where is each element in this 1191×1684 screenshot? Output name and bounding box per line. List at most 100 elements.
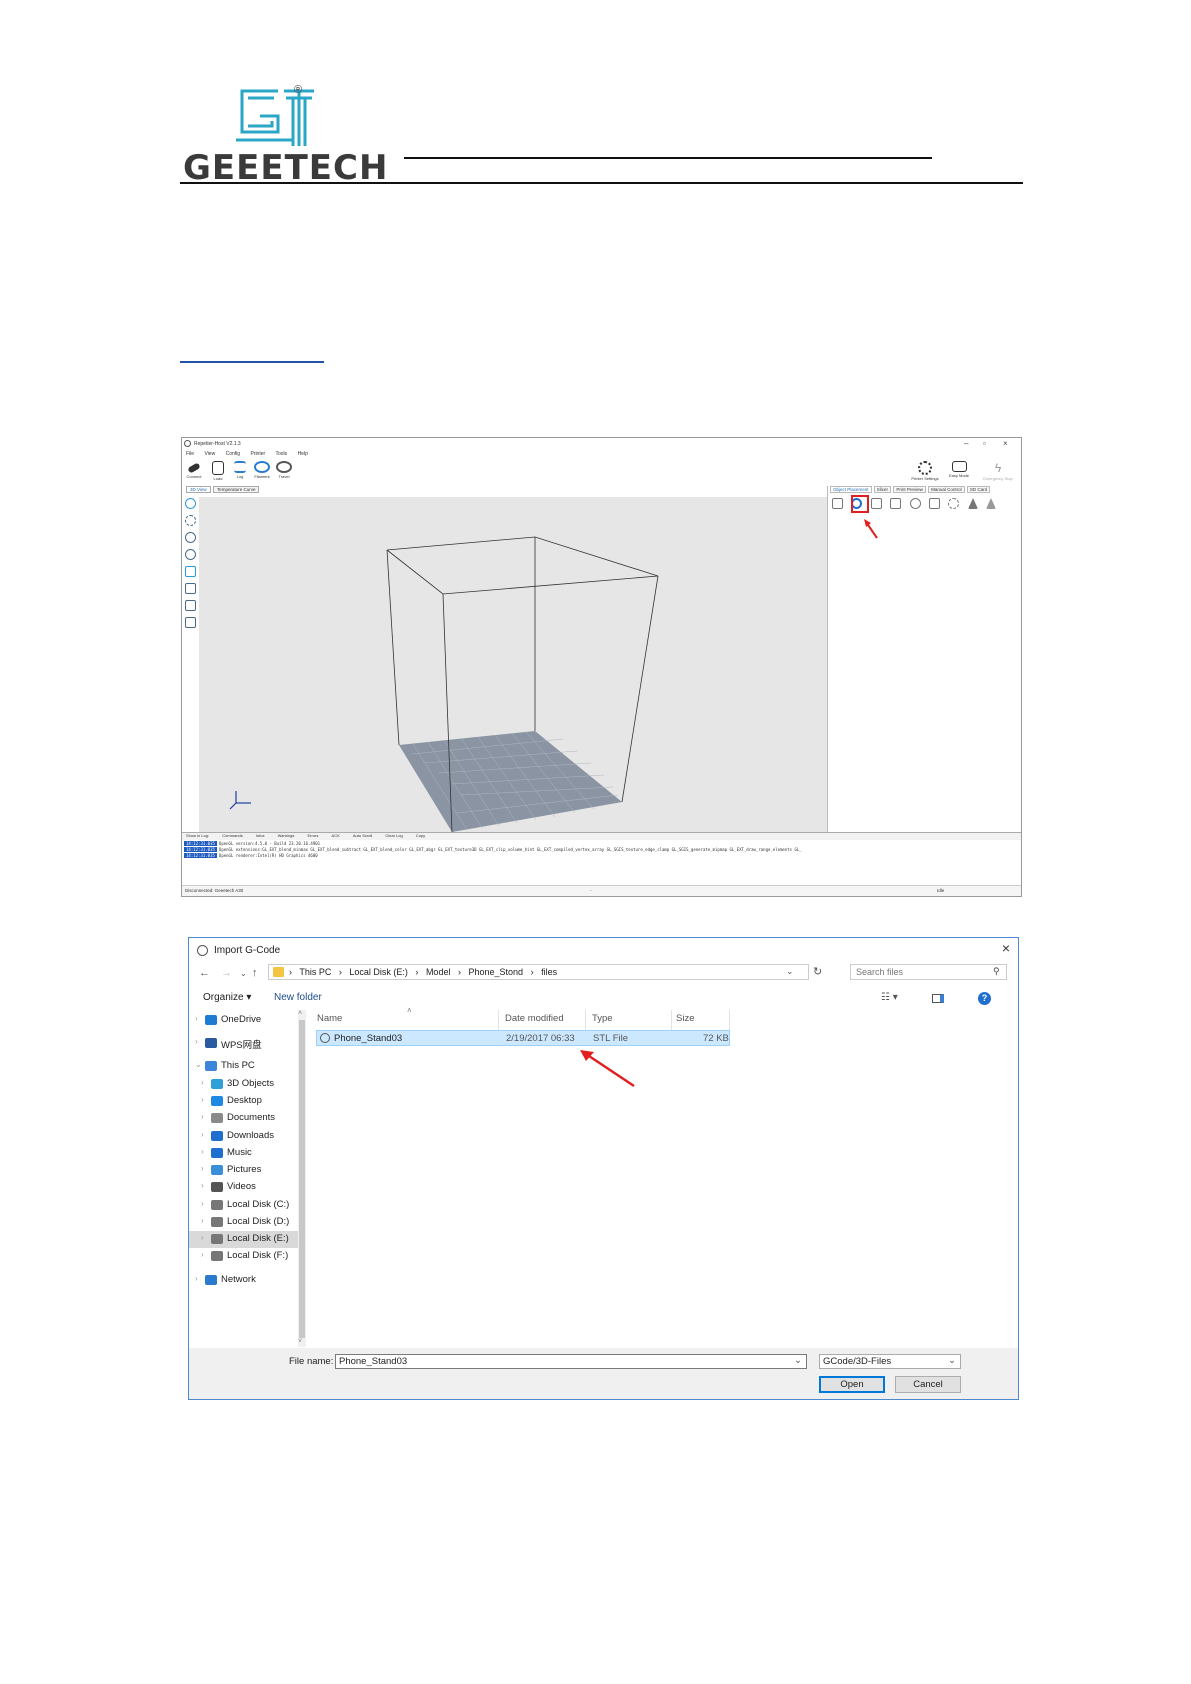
scroll-up-icon[interactable]: ˄ xyxy=(298,1010,302,1017)
crumb-this-pc[interactable]: This PC xyxy=(299,967,331,977)
expand-chevron-icon[interactable]: › xyxy=(195,1037,198,1046)
expand-chevron-icon[interactable]: › xyxy=(201,1095,204,1104)
expand-chevron-icon[interactable]: › xyxy=(201,1164,204,1173)
expand-chevron-icon[interactable]: › xyxy=(201,1250,204,1259)
nav-item-onedrive[interactable]: › OneDrive xyxy=(189,1012,305,1029)
expand-chevron-icon[interactable]: › xyxy=(201,1233,204,1242)
nav-item-network[interactable]: › Network xyxy=(189,1272,305,1289)
search-input[interactable]: Search files ⚲ xyxy=(850,964,1007,980)
nav-item-local-disk-f[interactable]: › Local Disk (F:) xyxy=(189,1248,305,1265)
file-type-dropdown-icon[interactable]: ⌄ xyxy=(948,1355,956,1366)
log-warnings-toggle[interactable]: Warnings xyxy=(278,833,295,838)
log-commands-toggle[interactable]: Commands xyxy=(222,833,242,838)
cut-icon[interactable] xyxy=(967,498,978,509)
nav-item-local-disk-c[interactable]: › Local Disk (C:) xyxy=(189,1197,305,1214)
column-date-modified[interactable]: Date modified xyxy=(505,1013,564,1024)
nav-item-local-disk-d[interactable]: › Local Disk (D:) xyxy=(189,1214,305,1231)
open-button[interactable]: Open xyxy=(819,1376,885,1393)
log-button[interactable]: Log xyxy=(229,461,251,479)
expand-chevron-icon[interactable]: › xyxy=(195,1014,198,1023)
menu-config[interactable]: Config xyxy=(226,451,240,457)
zoom-icon[interactable] xyxy=(185,532,196,543)
tab-manual-control[interactable]: Manual Control xyxy=(928,486,965,493)
expand-chevron-icon[interactable]: ⌄ xyxy=(195,1060,202,1069)
nav-item-videos[interactable]: › Videos xyxy=(189,1179,305,1196)
nav-item-desktop[interactable]: › Desktop xyxy=(189,1093,305,1110)
clear-log-button[interactable]: Clear Log xyxy=(385,833,402,838)
easy-mode-button[interactable]: Easy Mode xyxy=(944,461,974,478)
copy-log-button[interactable]: Copy xyxy=(416,833,425,838)
save-icon[interactable] xyxy=(832,498,843,509)
expand-chevron-icon[interactable]: › xyxy=(201,1199,204,1208)
side-view-icon[interactable] xyxy=(185,583,196,594)
rotate-object-icon[interactable] xyxy=(948,498,960,509)
cancel-button[interactable]: Cancel xyxy=(895,1376,961,1393)
nav-item-3d-objects[interactable]: › 3D Objects xyxy=(189,1076,305,1093)
back-icon[interactable]: ← xyxy=(199,967,210,979)
expand-chevron-icon[interactable]: › xyxy=(201,1112,204,1121)
menu-printer[interactable]: Printer xyxy=(250,451,265,457)
help-icon[interactable]: ? xyxy=(978,992,991,1005)
menu-tools[interactable]: Tools xyxy=(275,451,287,457)
column-type[interactable]: Type xyxy=(592,1013,613,1024)
column-size[interactable]: Size xyxy=(676,1013,694,1024)
address-bar[interactable]: › This PC › Local Disk (E:) › Model › Ph… xyxy=(268,964,809,980)
expand-chevron-icon[interactable]: › xyxy=(201,1216,204,1225)
recent-chevron-icon[interactable]: ⌄ xyxy=(240,969,247,978)
forward-icon[interactable]: → xyxy=(221,967,232,979)
nav-item-music[interactable]: › Music xyxy=(189,1145,305,1162)
nav-item-documents[interactable]: › Documents xyxy=(189,1110,305,1127)
file-name-input[interactable]: Phone_Stand03 ⌄ xyxy=(335,1354,807,1369)
printer-settings-button[interactable]: Printer Settings xyxy=(908,461,942,481)
copy-object-icon[interactable] xyxy=(870,498,882,509)
expand-chevron-icon[interactable]: › xyxy=(201,1181,204,1190)
3d-viewport[interactable] xyxy=(199,497,844,833)
front-view-icon[interactable] xyxy=(185,566,196,577)
travel-button[interactable]: Travel xyxy=(273,461,295,479)
rotate-icon[interactable] xyxy=(185,498,196,509)
auto-scroll-toggle[interactable]: Auto Scroll xyxy=(353,833,372,838)
tab-3d-view[interactable]: 3D View xyxy=(186,486,211,493)
new-folder-button[interactable]: New folder xyxy=(274,992,322,1003)
nav-item-pictures[interactable]: › Pictures xyxy=(189,1162,305,1179)
dialog-close-icon[interactable]: × xyxy=(1002,940,1010,956)
scroll-down-icon[interactable]: ˅ xyxy=(298,1338,302,1345)
filament-button[interactable]: Filament xyxy=(251,461,273,479)
log-errors-toggle[interactable]: Errors xyxy=(308,833,319,838)
crumb-files[interactable]: files xyxy=(541,967,557,977)
tab-object-placement[interactable]: Object Placement xyxy=(830,486,872,493)
refresh-icon[interactable]: ↻ xyxy=(813,965,822,978)
expand-chevron-icon[interactable]: › xyxy=(195,1274,198,1283)
nav-scrollbar[interactable]: ˄ ˅ xyxy=(298,1010,306,1347)
tab-print-preview[interactable]: Print Preview xyxy=(893,486,926,493)
menu-help[interactable]: Help xyxy=(298,451,308,457)
reset-view-icon[interactable] xyxy=(185,549,196,560)
log-area[interactable]: 14:12:31.035 OpenGL version:4.5.0 - Build… xyxy=(182,840,1021,885)
crumb-phone-stond[interactable]: Phone_Stond xyxy=(468,967,523,977)
expand-chevron-icon[interactable]: › xyxy=(201,1147,204,1156)
file-name-dropdown-icon[interactable]: ⌄ xyxy=(794,1355,802,1366)
nav-item-this-pc[interactable]: ⌄ This PC xyxy=(189,1058,305,1075)
mirror-icon[interactable] xyxy=(986,498,997,509)
expand-chevron-icon[interactable]: › xyxy=(201,1130,204,1139)
center-object-icon[interactable] xyxy=(909,498,921,509)
scroll-thumb[interactable] xyxy=(299,1020,305,1338)
up-icon[interactable]: ↑ xyxy=(252,967,258,979)
crumb-local-disk-e[interactable]: Local Disk (E:) xyxy=(349,967,408,977)
move-icon[interactable] xyxy=(185,515,196,526)
file-row-phone-stand03[interactable]: Phone_Stand03 2/19/2017 06:33 STL File 7… xyxy=(316,1030,730,1046)
scale-icon[interactable] xyxy=(928,498,940,509)
connect-button[interactable]: Connect xyxy=(183,461,205,479)
address-dropdown-icon[interactable]: ⌄ xyxy=(786,966,794,977)
nav-item-downloads[interactable]: › Downloads xyxy=(189,1128,305,1145)
tab-temperature-curve[interactable]: Temperature Curve xyxy=(212,486,260,493)
tab-slicer[interactable]: Slicer xyxy=(873,486,892,493)
load-button[interactable]: Load xyxy=(207,461,229,481)
link-underline[interactable] xyxy=(180,361,324,363)
autoposition-icon[interactable] xyxy=(890,498,902,509)
menu-view[interactable]: View xyxy=(204,451,215,457)
top-view-icon[interactable] xyxy=(185,600,196,611)
parallel-projection-icon[interactable] xyxy=(185,617,196,628)
minimize-icon[interactable]: – xyxy=(964,439,968,448)
view-options-icon[interactable]: ☷ ▾ xyxy=(881,992,898,1003)
